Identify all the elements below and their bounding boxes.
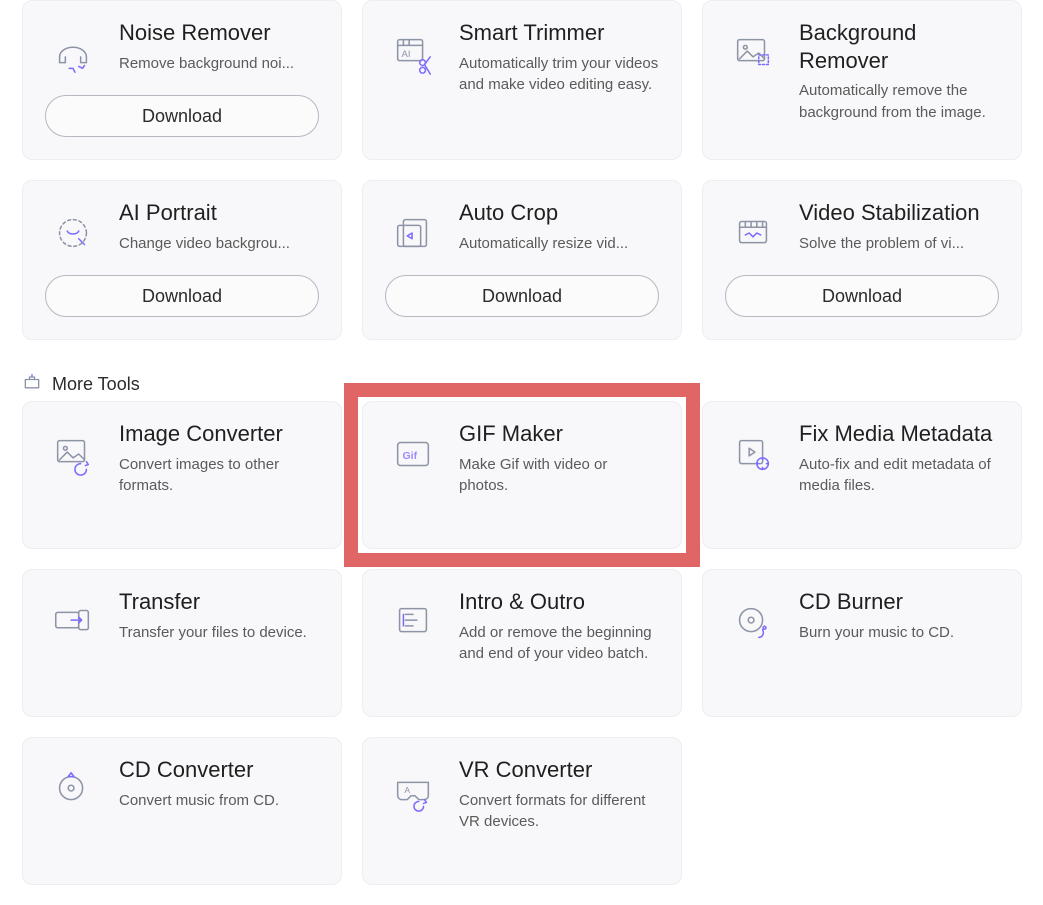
tool-desc: Make Gif with video or photos. xyxy=(459,454,659,498)
intro-outro-icon xyxy=(385,594,441,650)
tool-card-transfer[interactable]: Transfer Transfer your files to device. xyxy=(22,569,342,717)
tool-card-cd-burner[interactable]: CD Burner Burn your music to CD. xyxy=(702,569,1022,717)
more-tools-header: More Tools xyxy=(0,360,1043,401)
more-tools-label: More Tools xyxy=(52,374,140,395)
download-button-video-stabilization[interactable]: Download xyxy=(725,275,999,317)
tool-desc: Automatically remove the background from… xyxy=(799,80,999,124)
cd-converter-icon xyxy=(45,762,101,818)
tool-card-intro-outro[interactable]: Intro & Outro Add or remove the beginning… xyxy=(362,569,682,717)
background-remover-icon xyxy=(725,25,781,81)
tools-grid-1: Noise Remover Remove background noi... Dow… xyxy=(0,0,1043,360)
tool-title: Video Stabilization xyxy=(799,199,999,227)
noise-remover-icon xyxy=(45,25,101,81)
tool-card-video-stabilization[interactable]: Video Stabilization Solve the problem of … xyxy=(702,180,1022,340)
tool-card-vr-converter[interactable]: A VR Converter Convert formats for differe… xyxy=(362,737,682,885)
tool-desc: Auto-fix and edit metadata of media file… xyxy=(799,454,999,498)
tool-title: Image Converter xyxy=(119,420,319,448)
tool-card-smart-trimmer[interactable]: AI Smart Trimmer Automatically trim your v… xyxy=(362,0,682,160)
tool-card-auto-crop[interactable]: Auto Crop Automatically resize vid... Down… xyxy=(362,180,682,340)
tool-title: Intro & Outro xyxy=(459,588,659,616)
tool-title: CD Converter xyxy=(119,756,319,784)
tool-desc: Solve the problem of vi... xyxy=(799,233,979,255)
tool-title: Noise Remover xyxy=(119,19,319,47)
fix-media-metadata-icon xyxy=(725,426,781,482)
tool-card-ai-portrait[interactable]: AI Portrait Change video backgrou... Downl… xyxy=(22,180,342,340)
tool-title: AI Portrait xyxy=(119,199,319,227)
tool-card-noise-remover[interactable]: Noise Remover Remove background noi... Dow… xyxy=(22,0,342,160)
tool-desc: Automatically resize vid... xyxy=(459,233,639,255)
tool-card-image-converter[interactable]: Image Converter Convert images to other f… xyxy=(22,401,342,549)
svg-text:Gif: Gif xyxy=(402,450,417,462)
tool-card-background-remover[interactable]: Background Remover Automatically remove t… xyxy=(702,0,1022,160)
gif-maker-icon: Gif xyxy=(385,426,441,482)
toolbox-icon xyxy=(22,372,42,397)
tool-card-fix-media-metadata[interactable]: Fix Media Metadata Auto-fix and edit meta… xyxy=(702,401,1022,549)
tool-desc: Add or remove the beginning and end of y… xyxy=(459,622,659,666)
auto-crop-icon xyxy=(385,205,441,261)
tool-desc: Transfer your files to device. xyxy=(119,622,319,644)
tool-desc: Convert formats for different VR devices… xyxy=(459,790,659,834)
download-button-ai-portrait[interactable]: Download xyxy=(45,275,319,317)
tool-title: Background Remover xyxy=(799,19,999,74)
tool-title: Transfer xyxy=(119,588,319,616)
tools-grid-2: Image Converter Convert images to other f… xyxy=(0,401,1043,905)
tool-desc: Burn your music to CD. xyxy=(799,622,999,644)
tool-title: Fix Media Metadata xyxy=(799,420,999,448)
ai-portrait-icon xyxy=(45,205,101,261)
tool-desc: Remove background noi... xyxy=(119,53,299,75)
tool-desc: Convert music from CD. xyxy=(119,790,319,812)
tool-title: Smart Trimmer xyxy=(459,19,659,47)
smart-trimmer-icon: AI xyxy=(385,25,441,81)
tool-title: CD Burner xyxy=(799,588,999,616)
download-button-auto-crop[interactable]: Download xyxy=(385,275,659,317)
tool-desc: Change video backgrou... xyxy=(119,233,299,255)
download-button-noise-remover[interactable]: Download xyxy=(45,95,319,137)
image-converter-icon xyxy=(45,426,101,482)
tool-card-gif-maker[interactable]: Gif GIF Maker Make Gif with video or photo… xyxy=(362,401,682,549)
tool-card-cd-converter[interactable]: CD Converter Convert music from CD. xyxy=(22,737,342,885)
cd-burner-icon xyxy=(725,594,781,650)
tool-desc: Automatically trim your videos and make … xyxy=(459,53,659,97)
video-stabilization-icon xyxy=(725,205,781,261)
tool-title: GIF Maker xyxy=(459,420,659,448)
svg-text:A: A xyxy=(404,785,410,795)
tool-desc: Convert images to other formats. xyxy=(119,454,319,498)
tool-title: VR Converter xyxy=(459,756,659,784)
vr-converter-icon: A xyxy=(385,762,441,818)
transfer-icon xyxy=(45,594,101,650)
tool-title: Auto Crop xyxy=(459,199,659,227)
svg-text:AI: AI xyxy=(402,49,411,60)
